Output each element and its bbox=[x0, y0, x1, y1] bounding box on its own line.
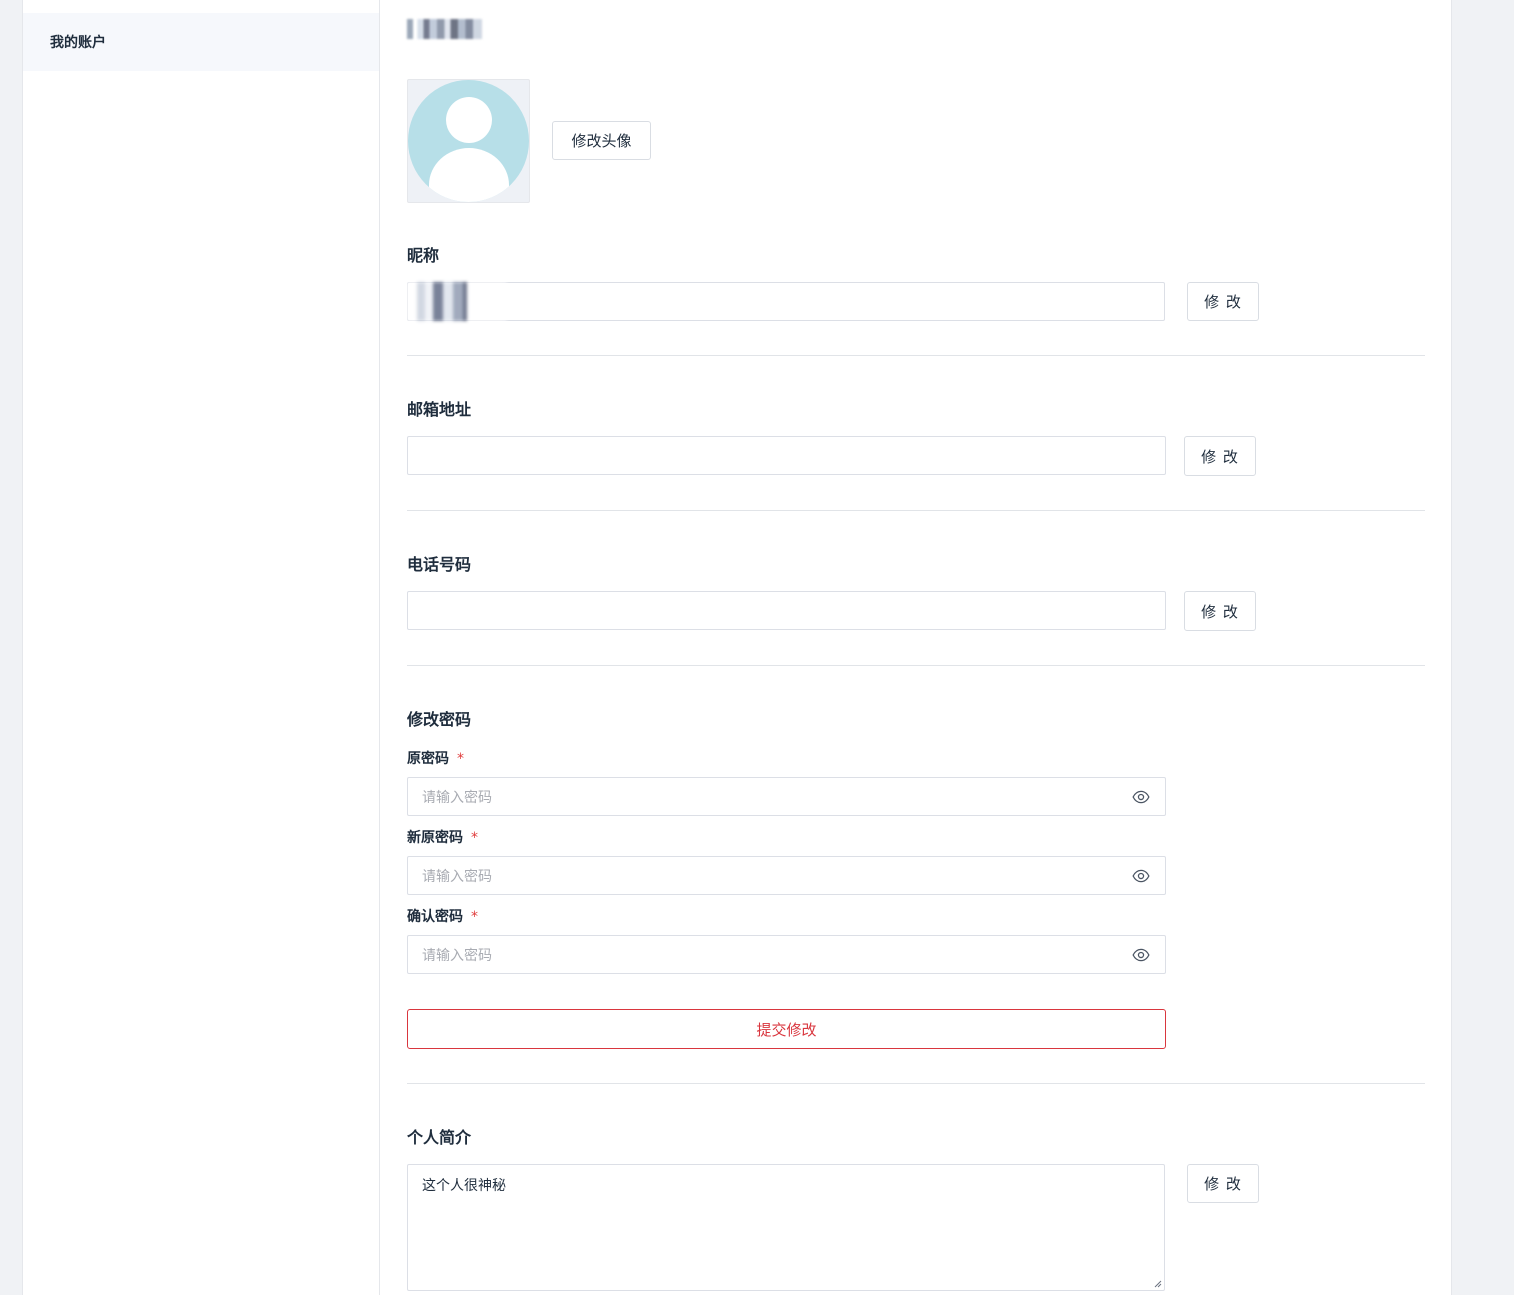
email-title: 邮箱地址 bbox=[407, 400, 472, 419]
eye-icon[interactable] bbox=[1131, 788, 1151, 806]
username-display bbox=[407, 19, 482, 39]
phone-title: 电话号码 bbox=[407, 555, 472, 574]
confirm-password-label-text: 确认密码 bbox=[407, 909, 463, 925]
bio-textarea[interactable]: 这个人很神秘 bbox=[407, 1164, 1165, 1291]
divider bbox=[407, 355, 1425, 356]
submit-password-button[interactable]: 提交修改 bbox=[407, 1009, 1166, 1049]
eye-icon[interactable] bbox=[1131, 946, 1151, 964]
nickname-title: 昵称 bbox=[407, 246, 440, 265]
confirm-password-placeholder: 请输入密码 bbox=[422, 947, 492, 964]
required-mark: * bbox=[457, 751, 464, 767]
password-section-title: 修改密码 bbox=[407, 710, 472, 729]
email-edit-button[interactable]: 修 改 bbox=[1184, 436, 1256, 476]
required-mark: * bbox=[471, 830, 478, 846]
required-mark: * bbox=[471, 909, 478, 925]
nickname-obscured-value bbox=[407, 282, 507, 321]
nickname-input[interactable] bbox=[407, 282, 1165, 321]
old-password-label-text: 原密码 bbox=[407, 751, 449, 767]
new-password-label-text: 新原密码 bbox=[407, 830, 463, 846]
phone-edit-button[interactable]: 修 改 bbox=[1184, 591, 1256, 631]
old-password-input[interactable]: 请输入密码 bbox=[407, 777, 1166, 816]
new-password-input[interactable]: 请输入密码 bbox=[407, 856, 1166, 895]
nickname-edit-button[interactable]: 修 改 bbox=[1187, 282, 1259, 321]
old-password-placeholder: 请输入密码 bbox=[422, 789, 492, 806]
change-avatar-button[interactable]: 修改头像 bbox=[552, 121, 651, 160]
page-frame: 我的账户 修改头像 昵称 修 改 邮箱地址 修 改 电话号码 修 改 修改密码 … bbox=[22, 0, 1452, 1295]
sidebar-item-my-account[interactable]: 我的账户 bbox=[23, 13, 379, 71]
divider bbox=[407, 1083, 1425, 1084]
new-password-label: 新原密码 * bbox=[407, 827, 478, 847]
new-password-placeholder: 请输入密码 bbox=[422, 868, 492, 885]
old-password-label: 原密码 * bbox=[407, 748, 464, 768]
user-placeholder-icon bbox=[408, 80, 529, 202]
resize-handle-icon[interactable] bbox=[1154, 1280, 1162, 1288]
bio-title: 个人简介 bbox=[407, 1128, 472, 1147]
phone-input[interactable] bbox=[407, 591, 1166, 630]
avatar bbox=[407, 79, 530, 203]
confirm-password-input[interactable]: 请输入密码 bbox=[407, 935, 1166, 974]
divider bbox=[407, 510, 1425, 511]
sidebar: 我的账户 bbox=[23, 0, 380, 1295]
divider bbox=[407, 665, 1425, 666]
bio-edit-button[interactable]: 修 改 bbox=[1187, 1164, 1259, 1203]
confirm-password-label: 确认密码 * bbox=[407, 906, 478, 926]
sidebar-item-label: 我的账户 bbox=[50, 35, 106, 51]
bio-value: 这个人很神秘 bbox=[422, 1178, 506, 1194]
email-input[interactable] bbox=[407, 436, 1166, 475]
account-settings-panel: 修改头像 昵称 修 改 邮箱地址 修 改 电话号码 修 改 修改密码 原密码 * … bbox=[407, 0, 1437, 1295]
eye-icon[interactable] bbox=[1131, 867, 1151, 885]
